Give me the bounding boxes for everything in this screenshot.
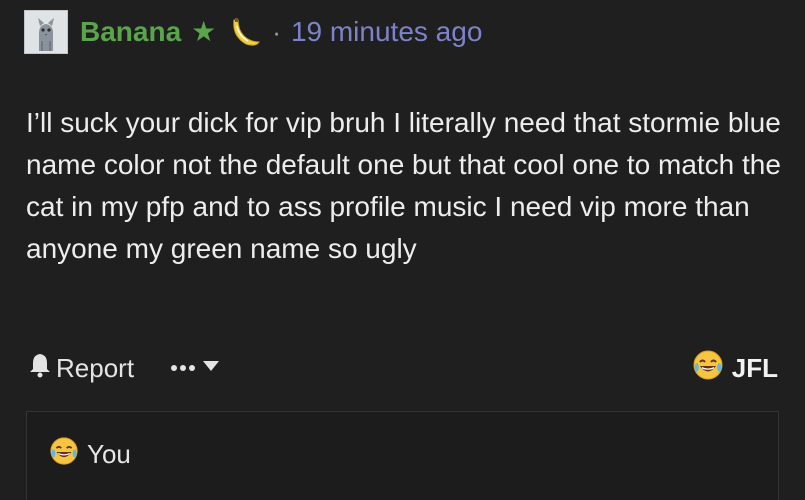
reaction-summary-row[interactable]: You: [49, 436, 131, 473]
chevron-down-icon: [202, 359, 220, 377]
reaction-label: JFL: [731, 352, 778, 383]
more-options-button[interactable]: [170, 359, 220, 377]
star-icon: ★: [191, 16, 217, 47]
post-header: Banana ★ · 19 minutes ago: [24, 10, 482, 54]
banana-icon: [226, 14, 262, 50]
report-label: Report: [56, 352, 135, 383]
cat-avatar-image: [25, 11, 67, 53]
laughing-crying-emoji-icon: [692, 349, 724, 388]
post-actions: Report JFL: [28, 348, 778, 388]
timestamp-link[interactable]: 19 minutes ago: [291, 16, 482, 48]
post-card: Banana ★ · 19 minutes ago I’ll suck your…: [0, 0, 805, 500]
reaction-button[interactable]: JFL: [692, 349, 778, 388]
bell-icon: [28, 352, 52, 385]
reaction-summary-box: You: [26, 411, 779, 500]
avatar[interactable]: [24, 10, 68, 54]
username[interactable]: Banana: [80, 16, 181, 48]
report-button[interactable]: Report: [28, 352, 134, 385]
laughing-crying-emoji-icon: [49, 436, 79, 473]
reactor-name: You: [87, 439, 131, 469]
separator-dot: ·: [272, 16, 281, 47]
ellipsis-icon: [170, 359, 196, 377]
post-body: I’ll suck your dick for vip bruh I liter…: [26, 107, 781, 264]
